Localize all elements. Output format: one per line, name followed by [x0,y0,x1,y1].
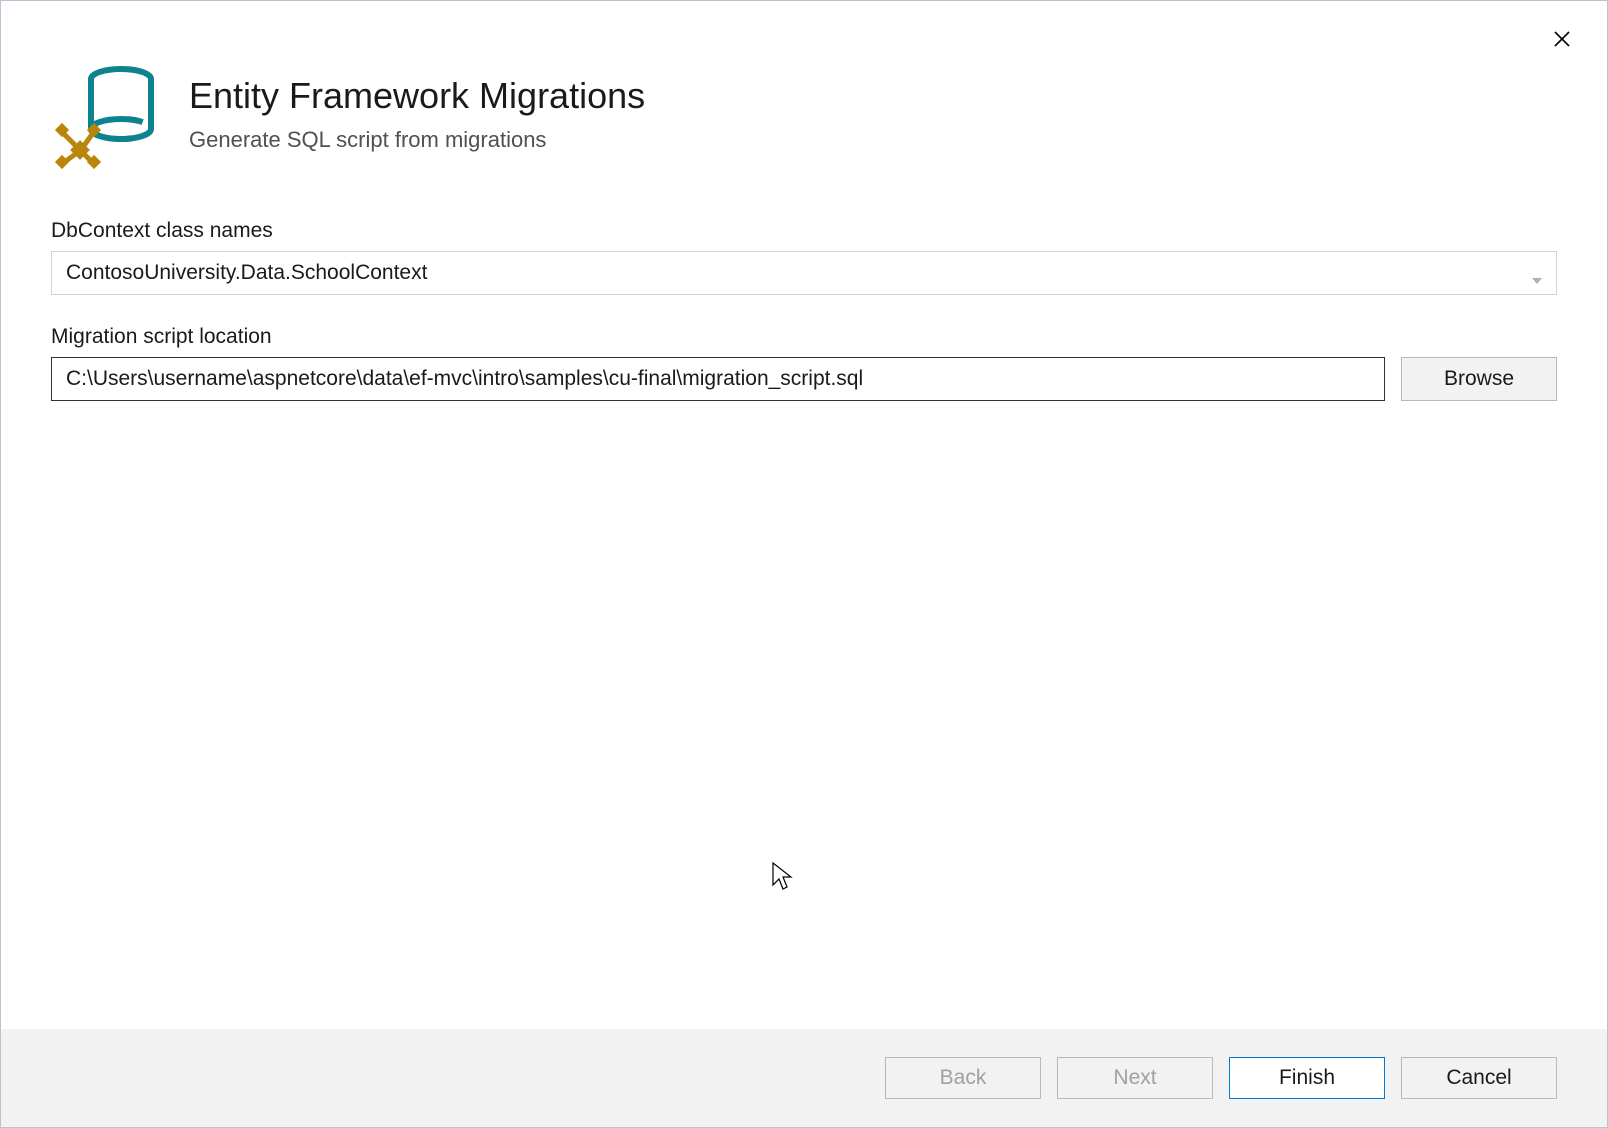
next-button[interactable]: Next [1057,1057,1213,1099]
browse-button[interactable]: Browse [1401,357,1557,401]
dbcontext-value: ContosoUniversity.Data.SchoolContext [66,261,427,285]
dialog-title: Entity Framework Migrations [189,75,645,117]
close-icon [1554,31,1570,52]
dbcontext-dropdown[interactable]: ContosoUniversity.Data.SchoolContext [51,251,1557,295]
header-area: Entity Framework Migrations Generate SQL… [1,1,1607,199]
close-button[interactable] [1552,31,1572,51]
wizard-button-bar: Back Next Finish Cancel [1,1029,1607,1127]
finish-button[interactable]: Finish [1229,1057,1385,1099]
dialog-window: Entity Framework Migrations Generate SQL… [1,1,1607,1127]
location-input[interactable] [51,357,1385,401]
dialog-subtitle: Generate SQL script from migrations [189,127,645,153]
dbcontext-label: DbContext class names [51,219,1557,243]
chevron-down-icon [1532,268,1542,278]
back-button[interactable]: Back [885,1057,1041,1099]
location-label: Migration script location [51,325,1557,349]
ef-migrations-icon [51,59,161,169]
form-body: DbContext class names ContosoUniversity.… [1,199,1607,1029]
cancel-button[interactable]: Cancel [1401,1057,1557,1099]
